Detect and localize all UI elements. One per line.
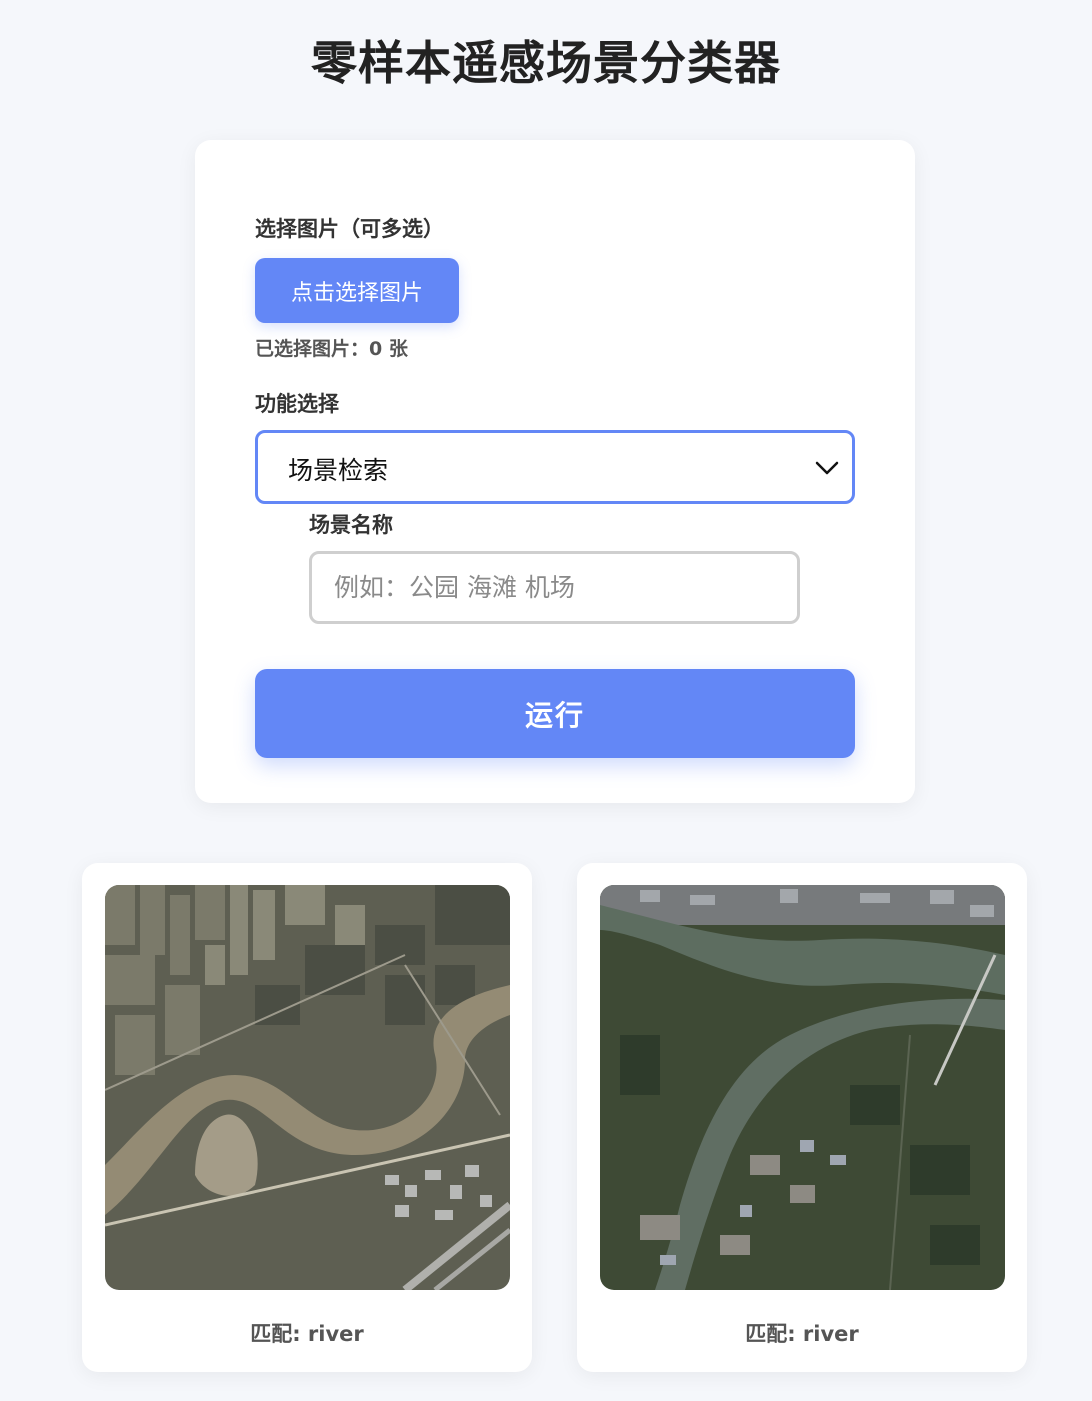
scene-name-input[interactable] (309, 551, 800, 624)
result-card: 匹配: river (577, 863, 1027, 1372)
chevron-down-icon (815, 461, 839, 475)
scene-name-label: 场景名称 (309, 513, 393, 537)
page-title: 零样本遥感场景分类器 (311, 36, 781, 90)
result-caption: 匹配: river (745, 1322, 859, 1346)
control-panel: 选择图片（可多选） 点击选择图片 已选择图片：0 张 功能选择 场景检索 场景名… (195, 140, 915, 803)
run-button[interactable]: 运行 (255, 669, 855, 758)
select-images-label: 选择图片（可多选） (255, 217, 444, 241)
pick-images-button[interactable]: 点击选择图片 (255, 258, 459, 323)
result-caption: 匹配: river (250, 1322, 364, 1346)
satellite-image-river-2 (600, 885, 1005, 1290)
function-select[interactable]: 场景检索 (255, 430, 855, 504)
selected-count-text: 已选择图片：0 张 (255, 338, 408, 360)
function-select-value: 场景检索 (288, 456, 389, 485)
satellite-image-river-1 (105, 885, 510, 1290)
result-card: 匹配: river (82, 863, 532, 1372)
function-label: 功能选择 (255, 392, 339, 416)
